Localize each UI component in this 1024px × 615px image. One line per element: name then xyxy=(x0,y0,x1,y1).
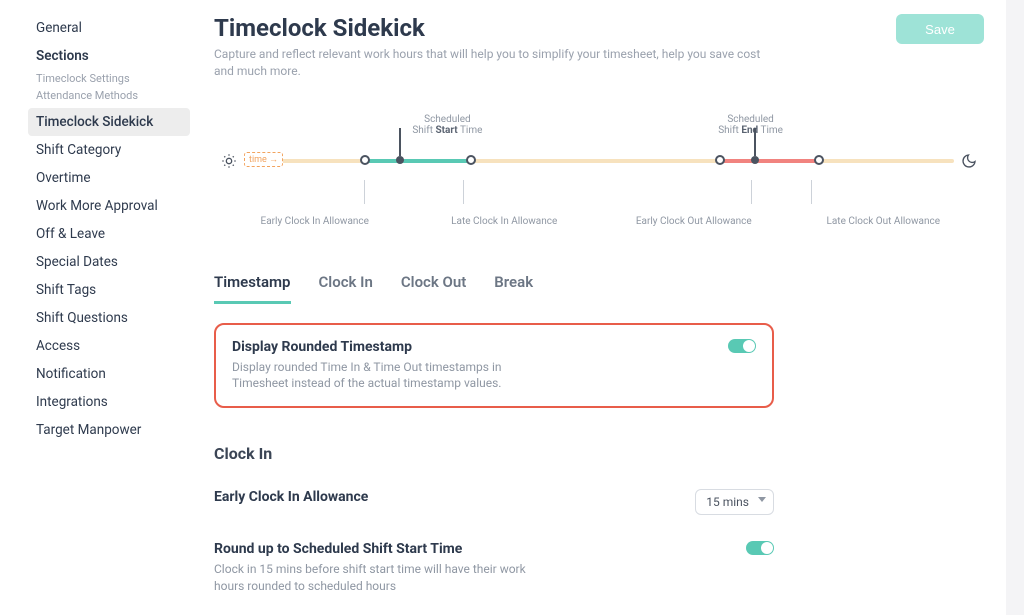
sun-icon xyxy=(220,152,238,170)
round-up-to-scheduled-toggle[interactable] xyxy=(746,541,774,555)
chevron-down-icon xyxy=(758,497,766,502)
section-clock-in: Clock In xyxy=(214,444,984,463)
sidebar-item-integrations[interactable]: Integrations xyxy=(28,388,190,416)
select-value: 15 mins xyxy=(706,495,749,509)
tab-clock-in[interactable]: Clock In xyxy=(319,273,373,304)
round-up-to-scheduled-row: Round up to Scheduled Shift Start Time C… xyxy=(214,541,774,595)
sidebar-item-shift-questions[interactable]: Shift Questions xyxy=(28,304,190,332)
sidebar-item-special-dates[interactable]: Special Dates xyxy=(28,248,190,276)
sidebar-item-general[interactable]: General xyxy=(28,14,190,42)
label-early-clock-in: Early Clock In Allowance xyxy=(220,216,410,227)
save-button[interactable]: Save xyxy=(896,14,984,44)
sidebar-item-target-manpower[interactable]: Target Manpower xyxy=(28,416,190,444)
label-late-clock-out: Late Clock Out Allowance xyxy=(789,216,979,227)
sidebar-item-shift-tags[interactable]: Shift Tags xyxy=(28,276,190,304)
tab-break[interactable]: Break xyxy=(494,273,533,304)
setting-description: Display rounded Time In & Time Out times… xyxy=(232,359,552,393)
sidebar-item-overtime[interactable]: Overtime xyxy=(28,164,190,192)
label-late-clock-in: Late Clock In Allowance xyxy=(410,216,600,227)
sidebar-sub-attendance-methods[interactable]: Attendance Methods xyxy=(28,87,190,104)
label-scheduled-end: Scheduled Shift End Time xyxy=(675,114,827,136)
shift-timeline-diagram: Scheduled Shift Start Time Scheduled Shi… xyxy=(214,114,984,237)
sidebar-sub-timeclock-settings[interactable]: Timeclock Settings xyxy=(28,70,190,87)
setting-title: Round up to Scheduled Shift Start Time xyxy=(214,541,554,557)
scroll-gutter xyxy=(1006,0,1024,615)
display-rounded-timestamp-toggle[interactable] xyxy=(728,339,756,353)
setting-description: Clock in 15 mins before shift start time… xyxy=(214,561,554,595)
label-early-clock-out: Early Clock Out Allowance xyxy=(599,216,789,227)
tab-clock-out[interactable]: Clock Out xyxy=(401,273,466,304)
label-scheduled-start: Scheduled Shift Start Time xyxy=(372,114,524,136)
early-clock-in-allowance-row: Early Clock In Allowance 15 mins xyxy=(214,489,774,515)
sidebar-item-off-leave[interactable]: Off & Leave xyxy=(28,220,190,248)
sidebar-group-sections: Sections xyxy=(28,42,190,70)
sidebar-item-access[interactable]: Access xyxy=(28,332,190,360)
moon-icon xyxy=(960,152,978,170)
sidebar-item-timeclock-sidekick[interactable]: Timeclock Sidekick xyxy=(28,108,190,136)
settings-sidebar: General Sections Timeclock Settings Atte… xyxy=(0,0,200,615)
main-content: Timeclock Sidekick Capture and reflect r… xyxy=(200,0,1024,615)
display-rounded-timestamp-card: Display Rounded Timestamp Display rounde… xyxy=(214,323,774,409)
page-subtitle: Capture and reflect relevant work hours … xyxy=(214,46,774,80)
sidebar-item-notification[interactable]: Notification xyxy=(28,360,190,388)
setting-title: Display Rounded Timestamp xyxy=(232,339,552,355)
page-title: Timeclock Sidekick xyxy=(214,14,774,42)
sidekick-tabs: Timestamp Clock In Clock Out Break xyxy=(214,273,984,305)
early-clock-in-allowance-select[interactable]: 15 mins xyxy=(695,489,774,515)
sidebar-item-work-more-approval[interactable]: Work More Approval xyxy=(28,192,190,220)
time-direction-chip: time → xyxy=(244,152,283,167)
setting-title: Early Clock In Allowance xyxy=(214,489,368,505)
tab-timestamp[interactable]: Timestamp xyxy=(214,273,291,304)
sidebar-item-shift-category[interactable]: Shift Category xyxy=(28,136,190,164)
